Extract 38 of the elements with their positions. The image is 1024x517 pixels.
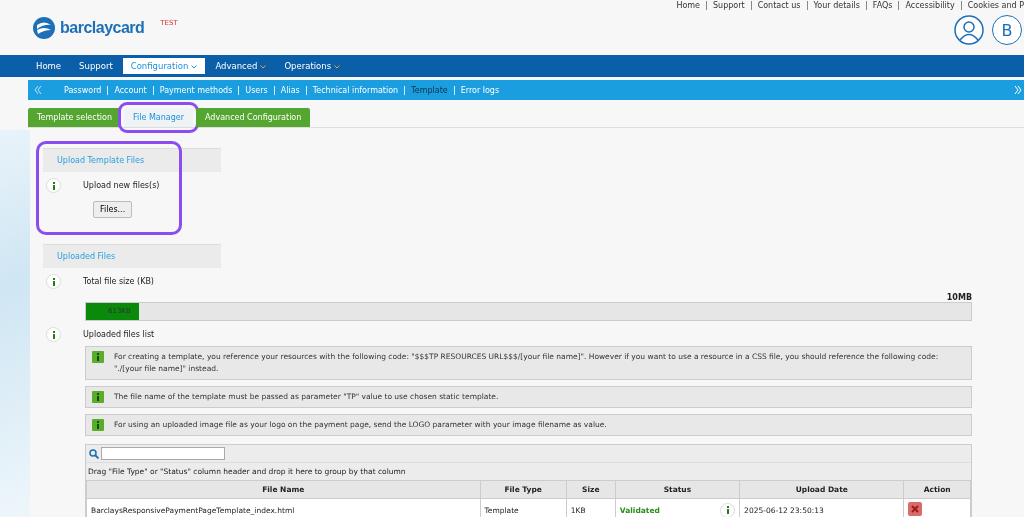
main-nav-item[interactable]: Operations: [276, 58, 349, 74]
main-nav-item[interactable]: Support: [71, 58, 121, 74]
info-icon: [92, 391, 104, 403]
section-title: Upload Template Files: [43, 148, 221, 172]
brand-logo[interactable]: barclaycard: [60, 18, 145, 37]
info-icon[interactable]: [46, 274, 61, 289]
search-icon[interactable]: [89, 448, 99, 459]
caret-icon: [334, 65, 341, 69]
size-limit-label: 10MB: [946, 293, 972, 302]
top-link[interactable]: Cookies and P: [960, 1, 1024, 10]
section-title: Uploaded Files: [43, 244, 221, 268]
user-avatar-icon[interactable]: [954, 15, 984, 45]
field-label: Total file size (KB): [83, 277, 154, 286]
top-link[interactable]: Contact us: [750, 1, 801, 10]
info-icon: [92, 419, 104, 431]
top-link[interactable]: Accessibility: [898, 1, 955, 10]
caret-icon: [191, 65, 198, 69]
field-label: Upload new files(s): [83, 181, 160, 190]
top-link[interactable]: FAQs: [865, 1, 893, 10]
main-nav-item[interactable]: Advanced: [207, 58, 275, 74]
main-nav-item[interactable]: Configuration: [122, 58, 206, 74]
logo-swirl-icon: [32, 15, 56, 40]
user-initial-avatar[interactable]: B: [992, 15, 1022, 45]
info-icon[interactable]: [46, 178, 61, 193]
top-link[interactable]: Support: [706, 1, 745, 10]
field-label: Uploaded files list: [83, 330, 155, 339]
info-icon[interactable]: [720, 502, 736, 517]
sub-nav-item[interactable]: Template: [404, 85, 448, 95]
main-nav-item[interactable]: Home: [28, 58, 70, 74]
scroll-right-icon[interactable]: [1014, 85, 1022, 95]
delete-icon[interactable]: [908, 502, 923, 516]
search-field[interactable]: [101, 447, 225, 460]
top-link[interactable]: Home: [676, 1, 700, 10]
caret-icon: [260, 65, 267, 69]
top-link[interactable]: Your details: [806, 1, 860, 10]
info-icon: [92, 351, 104, 363]
info-icon[interactable]: [46, 327, 61, 342]
files-button[interactable]: Files...: [93, 201, 133, 218]
